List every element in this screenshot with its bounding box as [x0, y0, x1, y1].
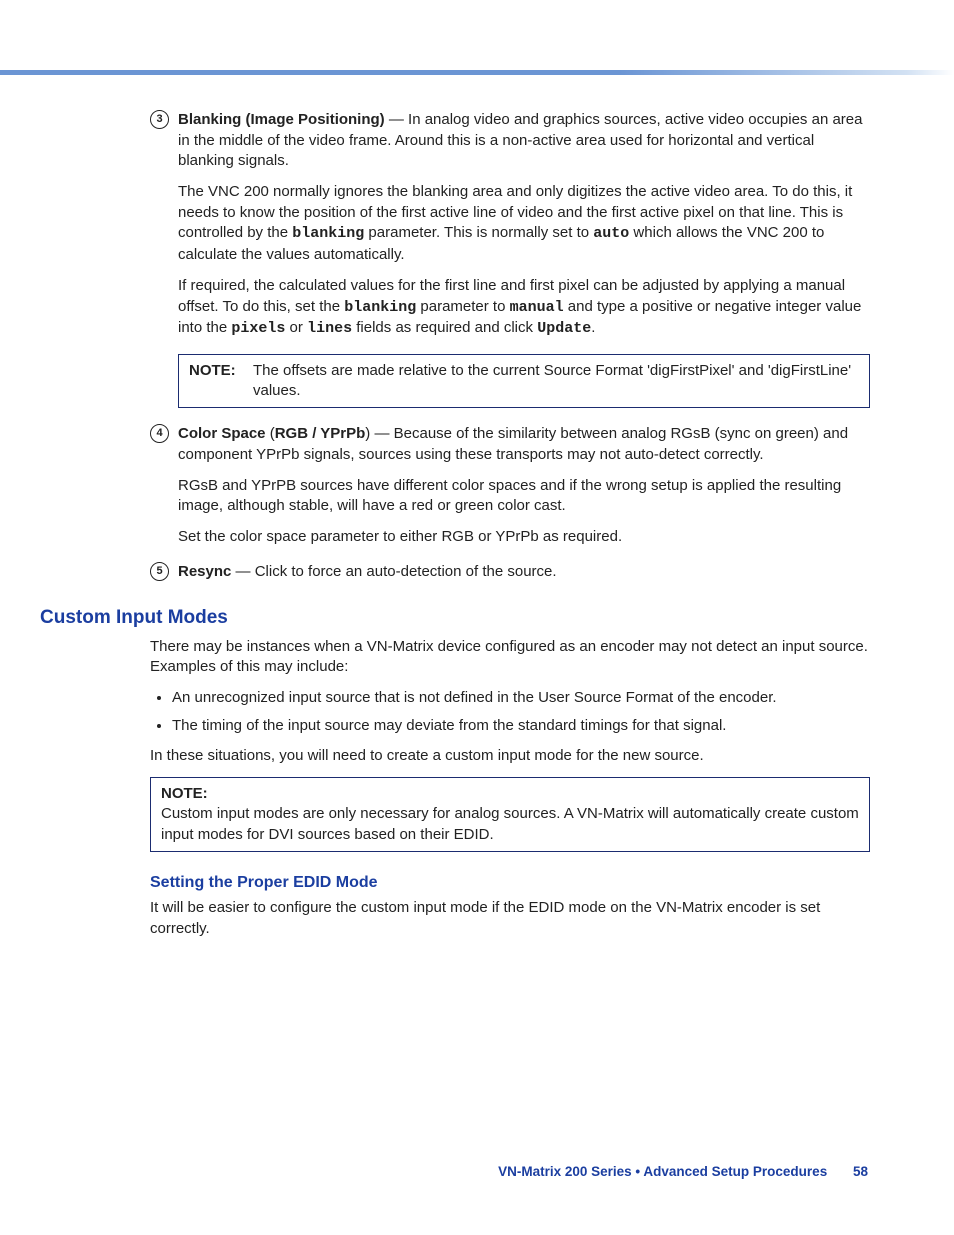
item-4-para-2: RGsB and YPrPB sources have different co… [178, 476, 870, 517]
top-rule [0, 70, 954, 75]
marker-3-icon: 3 [150, 110, 169, 129]
code-pixels: pixels [231, 320, 285, 337]
item-5-para: Resync — Click to force an auto-detectio… [178, 562, 870, 583]
edid-para: It will be easier to configure the custo… [150, 898, 870, 939]
page-content: 3 Blanking (Image Positioning) — In anal… [150, 110, 870, 949]
t: parameter. This is normally set to [364, 224, 593, 241]
item-3-para-3: If required, the calculated values for t… [178, 276, 870, 340]
note-box-1: NOTE: The offsets are made relative to t… [178, 354, 870, 409]
list-item: The timing of the input source may devia… [172, 716, 870, 736]
heading-custom-input-modes: Custom Input Modes [40, 607, 870, 629]
t: ( [266, 425, 275, 442]
item-4-paren: RGB / YPrPb [275, 425, 366, 442]
t: fields as required and click [352, 319, 537, 336]
item-4-title: Color Space [178, 425, 266, 442]
item-3-para-2: The VNC 200 normally ignores the blankin… [178, 182, 870, 266]
note-label: NOTE: [189, 361, 247, 402]
code-auto: auto [593, 225, 629, 242]
item-4-para-3: Set the color space parameter to either … [178, 527, 870, 548]
code-lines: lines [307, 320, 352, 337]
page-number: 58 [853, 1164, 868, 1179]
item-5: 5 Resync — Click to force an auto-detect… [150, 562, 870, 583]
note-label: NOTE: [161, 784, 859, 804]
custom-intro: There may be instances when a VN-Matrix … [150, 637, 870, 678]
t: parameter to [416, 298, 509, 315]
custom-bullets: An unrecognized input source that is not… [150, 688, 870, 737]
note-text: Custom input modes are only necessary fo… [161, 804, 859, 845]
marker-5-icon: 5 [150, 562, 169, 581]
page-footer: VN-Matrix 200 Series • Advanced Setup Pr… [498, 1164, 868, 1179]
code-blanking: blanking [292, 225, 364, 242]
marker-4-icon: 4 [150, 424, 169, 443]
t: . [591, 319, 595, 336]
code-blanking-2: blanking [344, 299, 416, 316]
list-item: An unrecognized input source that is not… [172, 688, 870, 708]
code-update: Update [537, 320, 591, 337]
item-3-para-1: Blanking (Image Positioning) — In analog… [178, 110, 870, 172]
note-box-2: NOTE: Custom input modes are only necess… [150, 777, 870, 852]
custom-outro: In these situations, you will need to cr… [150, 746, 870, 767]
item-5-title: Resync [178, 563, 231, 580]
t: — Click to force an auto-detection of th… [231, 563, 556, 580]
note-text: The offsets are made relative to the cur… [253, 361, 859, 402]
footer-text: VN-Matrix 200 Series • Advanced Setup Pr… [498, 1164, 827, 1179]
item-4: 4 Color Space (RGB / YPrPb) — Because of… [150, 424, 870, 547]
heading-edid-mode: Setting the Proper EDID Mode [150, 874, 870, 892]
item-3: 3 Blanking (Image Positioning) — In anal… [150, 110, 870, 340]
code-manual: manual [510, 299, 564, 316]
item-4-para-1: Color Space (RGB / YPrPb) — Because of t… [178, 424, 870, 465]
item-3-title: Blanking (Image Positioning) [178, 111, 385, 128]
t: or [285, 319, 307, 336]
